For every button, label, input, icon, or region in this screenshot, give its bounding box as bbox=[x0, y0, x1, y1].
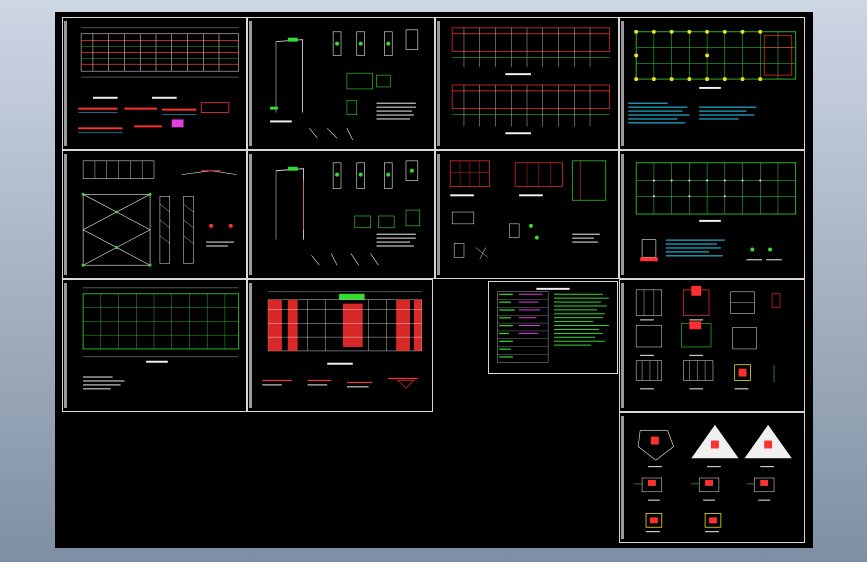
sheet-wall-elevations[interactable] bbox=[435, 150, 619, 279]
drawing-content bbox=[270, 29, 419, 141]
sheet-foundation-plan[interactable] bbox=[247, 279, 433, 412]
sheet-pile-cap-details[interactable] bbox=[619, 412, 805, 543]
drawing-content bbox=[628, 29, 797, 124]
sheet-roof-plan-details[interactable] bbox=[62, 17, 247, 150]
drawing-content bbox=[635, 285, 781, 390]
drawing-content bbox=[81, 160, 237, 267]
sheet-anchor-bolt-plan[interactable] bbox=[619, 150, 805, 279]
drawing-content bbox=[451, 27, 611, 135]
sheet-frame-elevations[interactable] bbox=[435, 17, 619, 150]
drawing-content bbox=[78, 27, 240, 133]
drawing-content bbox=[497, 287, 609, 363]
drawing-content bbox=[262, 291, 422, 389]
drawing-content bbox=[635, 162, 797, 262]
sheet-footing-details[interactable] bbox=[619, 279, 805, 412]
sheet-gable-frame-details[interactable] bbox=[247, 150, 435, 279]
sheet-purlin-plan[interactable] bbox=[62, 279, 247, 412]
drawing-content bbox=[634, 424, 792, 533]
sheet-design-notes[interactable] bbox=[488, 281, 618, 374]
sheet-column-layout-plan[interactable] bbox=[619, 17, 805, 150]
drawing-content bbox=[449, 160, 607, 260]
sheet-bracing-plan[interactable] bbox=[62, 150, 247, 279]
sheet-frame-section-details[interactable] bbox=[247, 17, 435, 150]
drawing-content bbox=[275, 160, 421, 266]
model-space-canvas[interactable] bbox=[55, 12, 813, 548]
drawing-content bbox=[82, 287, 240, 390]
